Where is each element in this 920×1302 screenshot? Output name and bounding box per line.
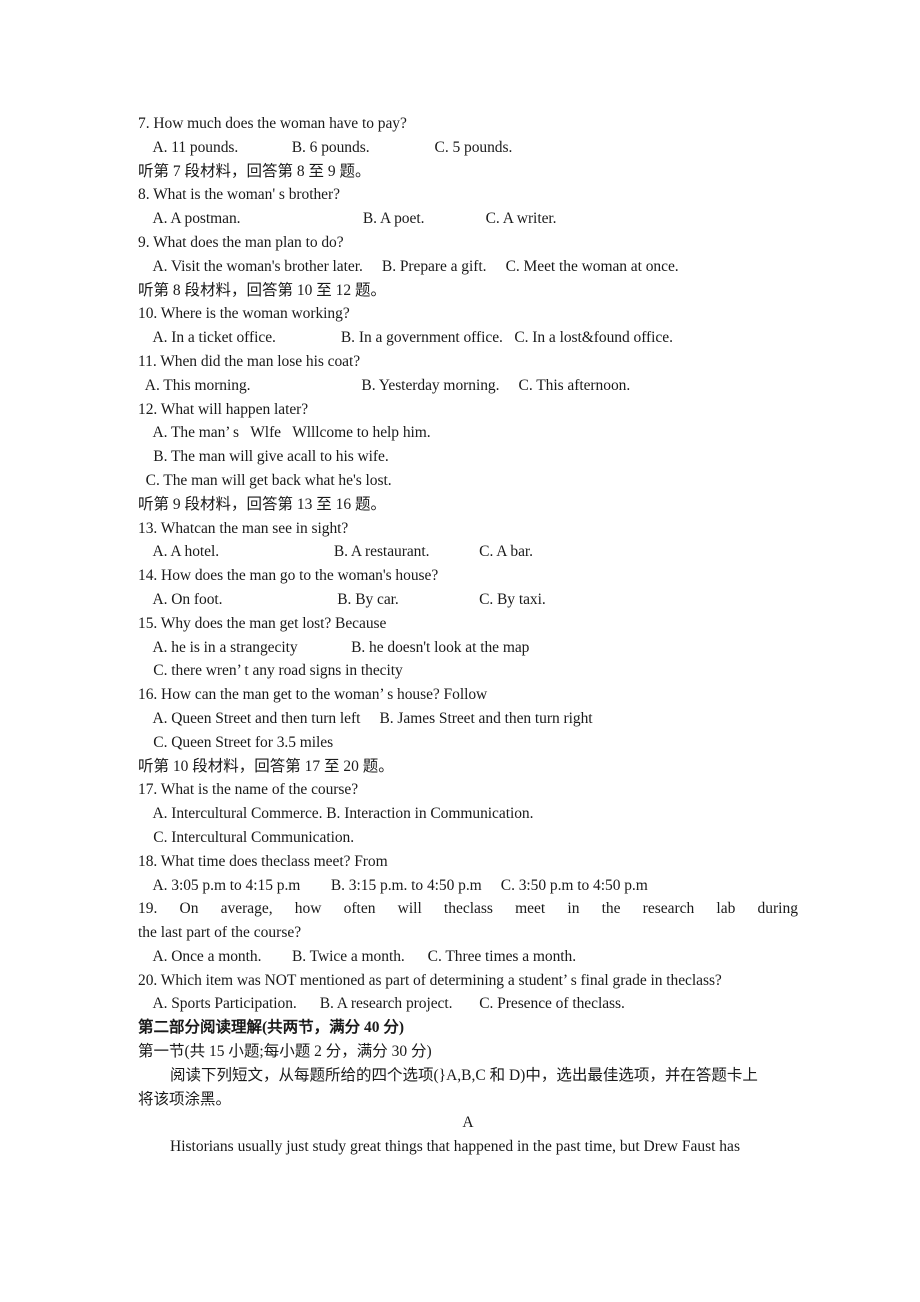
question-12-option-b: B. The man will give acall to his wife. [138,448,389,466]
question-15-stem: 15. Why does the man get lost? Because [138,614,387,632]
question-19-stem-line1: 19. On average, how often will theclass … [138,900,798,918]
question-18-stem: 18. What time does theclass meet? From [138,852,388,870]
question-8-stem: 8. What is the woman' s brother? [138,186,340,204]
listening-direction-8: 听第 8 段材料，回答第 10 至 12 题。 [138,281,387,299]
question-9-stem: 9. What does the man plan to do? [138,233,344,251]
question-10-stem: 10. Where is the woman working? [138,305,350,323]
question-20-options: A. Sports Participation. B. A research p… [138,995,625,1013]
question-15-option-c: C. there wren’ t any road signs in theci… [138,662,403,680]
question-11-options: A. This morning. B. Yesterday morning. C… [138,376,631,394]
question-13-stem: 13. Whatcan the man see in sight? [138,519,349,537]
question-20-stem: 20. Which item was NOT mentioned as part… [138,971,722,989]
question-18-options: A. 3:05 p.m to 4:15 p.m B. 3:15 p.m. to … [138,876,648,894]
listening-direction-10: 听第 10 段材料，回答第 17 至 20 题。 [138,757,394,775]
passage-text-line1: Historians usually just study great thin… [170,1138,740,1156]
question-11-stem: 11. When did the man lose his coat? [138,352,361,370]
listening-direction-7: 听第 7 段材料，回答第 8 至 9 题。 [138,162,371,180]
question-8-options: A. A postman. B. A poet. C. A writer. [138,210,557,228]
question-12-option-c: C. The man will get back what he's lost. [138,471,392,489]
question-17-stem: 17. What is the name of the course? [138,781,359,799]
question-15-options-ab: A. he is in a strangecity B. he doesn't … [138,638,530,656]
reading-instruction-line1: 阅读下列短文，从每题所给的四个选项(}A,B,C 和 D)中，选出最佳选项，并在… [170,1066,758,1084]
question-14-stem: 14. How does the man go to the woman's h… [138,567,439,585]
question-19-options: A. Once a month. B. Twice a month. C. Th… [138,947,577,965]
question-16-options-ab: A. Queen Street and then turn left B. Ja… [138,709,593,727]
question-12-option-a: A. The man’ s Wlfe Wlllcome to help him. [138,424,431,442]
question-16-stem: 16. How can the man get to the woman’ s … [138,686,488,704]
question-10-options: A. In a ticket office. B. In a governmen… [138,329,673,347]
question-9-options: A. Visit the woman's brother later. B. P… [138,257,679,275]
reading-section-title: 第一节(共 15 小题;每小题 2 分，满分 30 分) [138,1043,432,1061]
passage-label-a: A [462,1114,474,1132]
listening-direction-9: 听第 9 段材料，回答第 13 至 16 题。 [138,495,387,513]
question-17-options-ab: A. Intercultural Commerce. B. Interactio… [138,805,534,823]
reading-part-title: 第二部分阅读理解(共两节，满分 40 分) [138,1019,405,1037]
question-19-stem-line2: the last part of the course? [138,924,302,942]
reading-instruction-line2: 将该项涂黑。 [138,1090,232,1108]
question-7-options: A. 11 pounds. B. 6 pounds. C. 5 pounds. [138,138,513,156]
question-13-options: A. A hotel. B. A restaurant. C. A bar. [138,543,533,561]
question-12-stem: 12. What will happen later? [138,400,309,418]
question-17-option-c: C. Intercultural Communication. [138,828,355,846]
question-16-option-c: C. Queen Street for 3.5 miles [138,733,334,751]
exam-page: 7. How much does the woman have to pay? … [138,112,798,1159]
question-7-stem: 7. How much does the woman have to pay? [138,115,407,132]
question-14-options: A. On foot. B. By car. C. By taxi. [138,590,546,608]
